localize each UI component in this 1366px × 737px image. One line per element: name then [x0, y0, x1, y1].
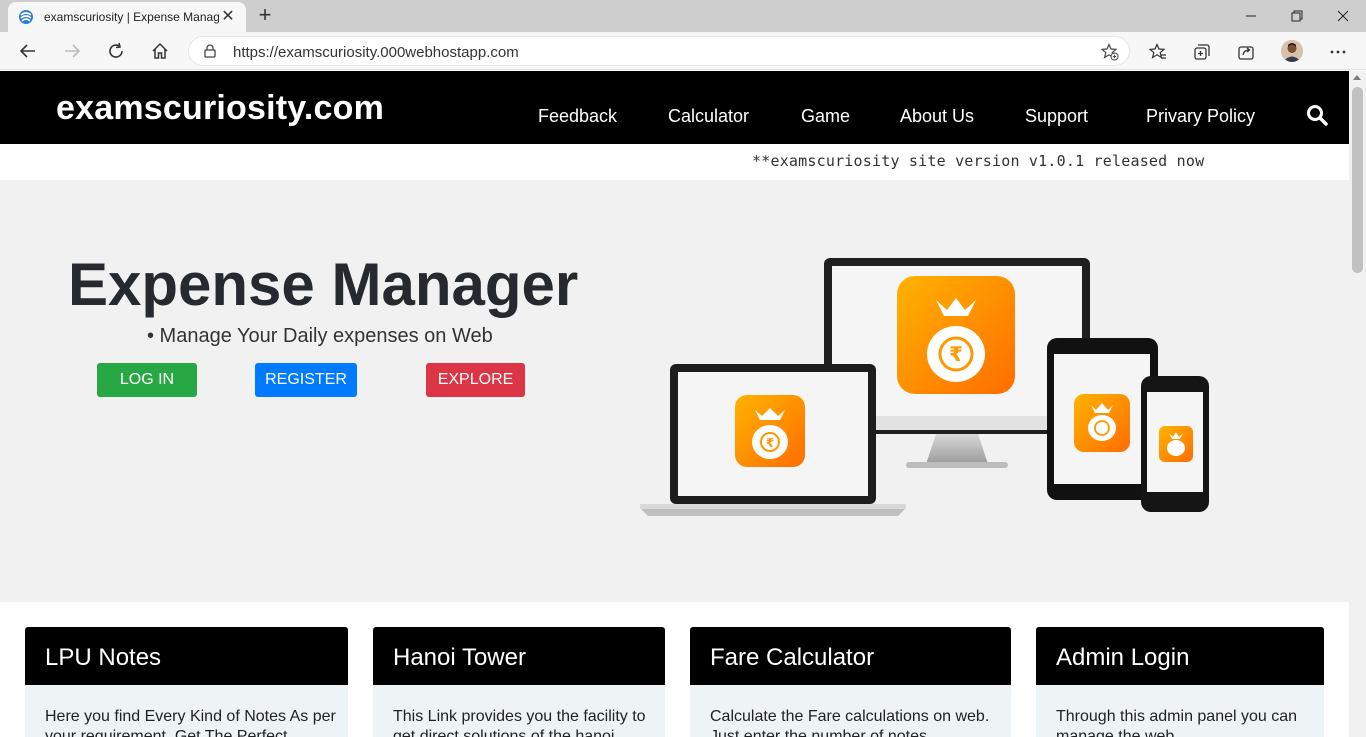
profile-avatar[interactable] — [1281, 40, 1303, 62]
site-brand[interactable]: examscuriosity.com — [56, 89, 384, 128]
hero-subtitle: • Manage Your Daily expenses on Web — [147, 325, 493, 347]
card-header: LPU Notes — [25, 627, 348, 685]
hero-section: Expense Manager • Manage Your Daily expe… — [0, 180, 1349, 602]
card-title: Fare Calculator — [710, 644, 875, 671]
register-button[interactable]: REGISTER — [255, 363, 357, 397]
nav-calculator[interactable]: Calculator — [668, 106, 749, 127]
card-body: Here you find Every Kind of Notes As per… — [45, 708, 336, 737]
card-body: This Link provides you the facility to g… — [393, 708, 646, 737]
nav-game[interactable]: Game — [801, 106, 850, 127]
tab-title: examscuriosity | Expense Manager — [44, 10, 219, 24]
page-viewport: examscuriosity.com Feedback Calculator G… — [0, 71, 1349, 737]
url-text: https://examscuriosity.000webhostapp.com — [233, 44, 519, 61]
card-fare-calculator[interactable]: Fare Calculator Calculate the Fare calcu… — [690, 627, 1011, 737]
nav-privacy-policy[interactable]: Privary Policy — [1146, 106, 1255, 127]
new-tab-icon[interactable]: + — [254, 4, 276, 27]
lock-icon — [203, 44, 217, 58]
devices-illustration: ₹ ₹ — [640, 258, 1209, 516]
card-header: Hanoi Tower — [373, 627, 665, 685]
more-options-icon[interactable] — [1327, 41, 1349, 63]
browser-tab-bar: examscuriosity | Expense Manager ✕ + — [0, 0, 1366, 32]
card-header: Admin Login — [1036, 627, 1324, 685]
login-button[interactable]: LOG IN — [97, 363, 197, 397]
address-bar[interactable]: https://examscuriosity.000webhostapp.com — [188, 36, 1130, 66]
page-scrollbar[interactable] — [1349, 71, 1366, 737]
close-tab-icon[interactable]: ✕ — [220, 9, 236, 25]
svg-text:₹: ₹ — [949, 342, 963, 366]
card-body: Calculate the Fare calculations on web. … — [710, 708, 990, 737]
nav-support[interactable]: Support — [1025, 106, 1088, 127]
card-title: Admin Login — [1056, 644, 1190, 671]
browser-tab[interactable]: examscuriosity | Expense Manager ✕ — [8, 2, 246, 32]
forward-icon[interactable] — [60, 39, 84, 63]
card-title: LPU Notes — [45, 644, 162, 671]
nav-about-us[interactable]: About Us — [900, 106, 974, 127]
favorites-icon[interactable] — [1147, 41, 1169, 63]
card-title: Hanoi Tower — [393, 644, 526, 671]
hero-title: Expense Manager — [68, 251, 579, 318]
back-icon[interactable] — [16, 39, 40, 63]
card-admin-login[interactable]: Admin Login Through this admin panel you… — [1036, 627, 1324, 737]
site-navbar: examscuriosity.com Feedback Calculator G… — [0, 71, 1349, 144]
announcement-text: **examscuriosity site version v1.0.1 rel… — [752, 152, 1205, 170]
scroll-up-arrow-icon[interactable] — [1353, 75, 1361, 80]
cards-section: LPU Notes Here you find Every Kind of No… — [0, 602, 1349, 737]
card-header: Fare Calculator — [690, 627, 1011, 685]
scroll-thumb[interactable] — [1352, 87, 1363, 273]
site-favicon-icon — [18, 9, 34, 25]
share-icon[interactable] — [1235, 41, 1257, 63]
add-favorite-icon[interactable] — [1100, 43, 1119, 61]
refresh-icon[interactable] — [104, 39, 128, 63]
card-body: Through this admin panel you can manage … — [1056, 708, 1298, 737]
home-icon[interactable] — [148, 39, 172, 63]
announcement-bar: **examscuriosity site version v1.0.1 rel… — [0, 144, 1349, 180]
close-window-icon[interactable] — [1320, 0, 1366, 32]
explore-button[interactable]: EXPLORE — [426, 363, 525, 397]
browser-toolbar: https://examscuriosity.000webhostapp.com — [0, 32, 1366, 70]
nav-feedback[interactable]: Feedback — [538, 106, 617, 127]
search-icon[interactable] — [1306, 104, 1328, 126]
card-hanoi-tower[interactable]: Hanoi Tower This Link provides you the f… — [373, 627, 665, 737]
minimize-icon[interactable] — [1228, 0, 1274, 32]
svg-text:₹: ₹ — [766, 436, 774, 450]
collections-icon[interactable] — [1191, 41, 1213, 63]
card-lpu-notes[interactable]: LPU Notes Here you find Every Kind of No… — [25, 627, 348, 737]
restore-icon[interactable] — [1274, 0, 1320, 32]
